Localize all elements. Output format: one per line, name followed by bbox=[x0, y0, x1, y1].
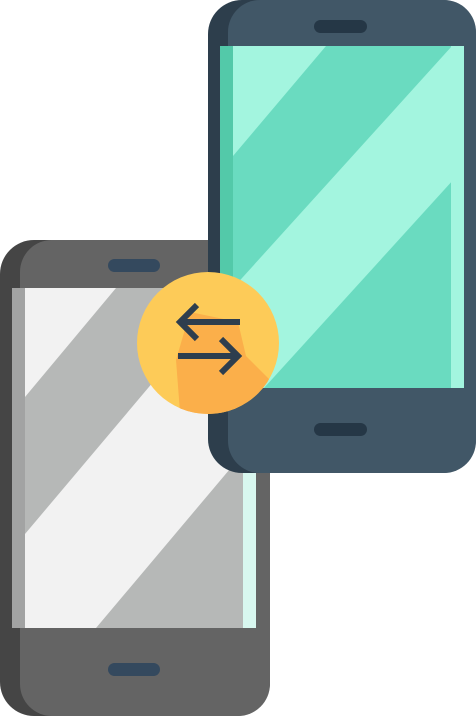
teal-phone-earpiece bbox=[314, 20, 367, 33]
teal-phone-screen-right-edge bbox=[451, 46, 464, 388]
gray-phone-screen-right-edge bbox=[243, 470, 256, 628]
gray-phone-earpiece bbox=[108, 259, 160, 272]
gray-phone-screen-left-edge bbox=[12, 288, 25, 628]
teal-phone-home-slot bbox=[314, 423, 367, 436]
phone-transfer-illustration bbox=[0, 0, 476, 716]
teal-phone bbox=[208, 0, 476, 473]
gray-phone-home-slot bbox=[108, 663, 160, 676]
